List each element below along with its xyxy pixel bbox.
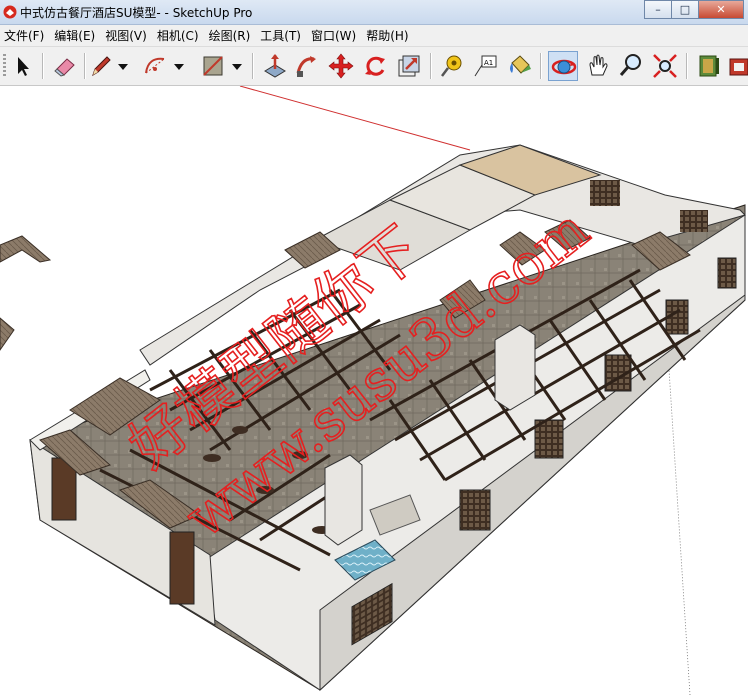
window-controls: – □ ✕ — [644, 0, 744, 19]
window-title: 中式仿古餐厅酒店SU模型- - SketchUp Pro — [20, 6, 253, 20]
zoom-icon[interactable] — [616, 51, 646, 81]
floating-roof-fragments — [0, 235, 52, 351]
svg-text:A1: A1 — [484, 59, 493, 67]
paint-bucket-icon[interactable] — [504, 51, 534, 81]
menu-camera[interactable]: 相机(C) — [153, 27, 205, 44]
main-toolbar: A1 — [0, 47, 748, 86]
push-pull-icon[interactable] — [260, 51, 290, 81]
pan-icon[interactable] — [582, 51, 612, 81]
menu-file[interactable]: 文件(F) — [0, 27, 50, 44]
arc-icon[interactable] — [140, 51, 170, 81]
arc-dropdown-icon[interactable] — [170, 51, 188, 81]
title-bar: 中式仿古餐厅酒店SU模型- - SketchUp Pro – □ ✕ — [0, 0, 748, 25]
menu-tools[interactable]: 工具(T) — [256, 27, 307, 44]
minimize-button[interactable]: – — [644, 0, 672, 19]
toolbar-separator — [540, 53, 542, 79]
rectangle-dropdown-icon[interactable] — [228, 51, 246, 81]
toolbar-separator — [252, 53, 254, 79]
rotate-icon[interactable] — [360, 51, 390, 81]
toolbar-grip[interactable] — [3, 54, 6, 78]
toolbar-separator — [42, 53, 44, 79]
follow-me-icon[interactable] — [292, 51, 322, 81]
move-icon[interactable] — [326, 51, 356, 81]
sketchup-app-icon — [3, 5, 17, 19]
orbit-icon[interactable] — [548, 51, 578, 81]
model-viewport[interactable]: 好模型随你下 www.susu3d.com — [0, 86, 748, 695]
rectangle-icon[interactable] — [198, 51, 228, 81]
menu-help[interactable]: 帮助(H) — [362, 27, 414, 44]
menu-edit[interactable]: 编辑(E) — [50, 27, 101, 44]
tape-measure-icon[interactable] — [438, 51, 468, 81]
toolbar-separator — [686, 53, 688, 79]
pencil-icon[interactable] — [86, 51, 116, 81]
maximize-button[interactable]: □ — [672, 0, 699, 19]
line-dropdown-icon[interactable] — [114, 51, 132, 81]
menu-draw[interactable]: 绘图(R) — [205, 27, 257, 44]
text-icon[interactable]: A1 — [470, 51, 500, 81]
3d-model-scene[interactable]: 好模型随你下 www.susu3d.com — [0, 86, 748, 695]
materials-icon[interactable] — [726, 51, 748, 81]
select-icon[interactable] — [8, 51, 38, 81]
toolbar-separator — [430, 53, 432, 79]
menu-view[interactable]: 视图(V) — [101, 27, 153, 44]
menu-window[interactable]: 窗口(W) — [307, 27, 362, 44]
components-icon[interactable] — [694, 51, 724, 81]
zoom-extents-icon[interactable] — [650, 51, 680, 81]
eraser-icon[interactable] — [50, 51, 80, 81]
menu-bar: 文件(F) 编辑(E) 视图(V) 相机(C) 绘图(R) 工具(T) 窗口(W… — [0, 25, 748, 47]
offset-icon[interactable] — [394, 51, 424, 81]
close-button[interactable]: ✕ — [699, 0, 744, 19]
